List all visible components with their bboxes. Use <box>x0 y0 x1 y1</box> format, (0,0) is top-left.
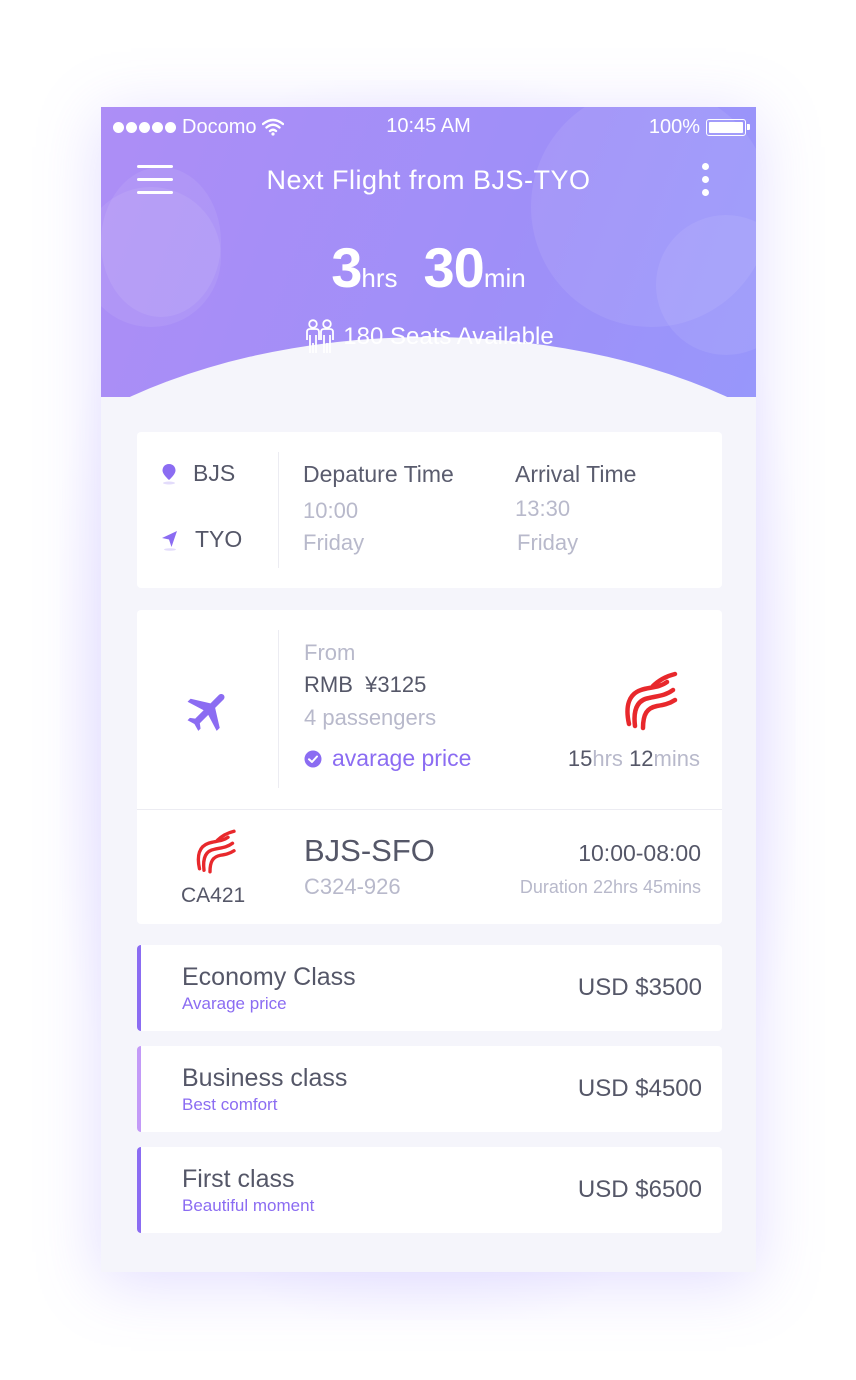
class-subtitle: Avarage price <box>182 994 287 1013</box>
airplane-icon <box>187 693 225 731</box>
class-name: Economy Class <box>182 963 356 991</box>
flight-code: C324-926 <box>304 874 401 899</box>
origin-row: BJS <box>161 460 235 487</box>
class-accent-bar <box>137 1147 141 1233</box>
fare-from-label: From <box>304 640 356 665</box>
fare-divider <box>278 630 279 788</box>
countdown-minutes: 30 <box>423 236 485 299</box>
flight-number: CA421 <box>181 884 246 907</box>
status-battery: 100% <box>648 115 750 139</box>
route-divider <box>278 452 279 568</box>
departure-day: Friday <box>303 530 365 555</box>
class-name: Business class <box>182 1064 348 1092</box>
navigation-arrow-icon <box>162 530 177 551</box>
check-circle-icon <box>304 750 322 767</box>
class-price: USD $6500 <box>577 1176 702 1203</box>
class-subtitle: Beautiful moment <box>182 1196 315 1215</box>
arrival-label: Arrival Time <box>515 461 637 487</box>
fare-duration-mins: 12 <box>629 746 654 771</box>
more-options-button[interactable] <box>702 163 712 201</box>
fare-duration-hours: 15 <box>567 746 593 771</box>
fare-duration: 15hrs 12mins <box>568 746 700 772</box>
phone-screen: Docomo 10:45 AM 100% Next Flight from BJ… <box>101 107 756 1272</box>
class-option-business[interactable]: Business class Best comfort USD $4500 <box>137 1046 722 1132</box>
class-price: USD $3500 <box>577 974 702 1001</box>
departure-time: 10:00 <box>303 498 359 523</box>
flight-countdown: 3hrs 30min <box>101 235 756 300</box>
arrival-time: 13:30 <box>515 496 571 521</box>
location-pin-icon <box>162 463 176 484</box>
flight-time-range: 10:00-08:00 <box>578 840 701 866</box>
arrival-day: Friday <box>517 530 579 555</box>
departure-label: Depature Time <box>303 461 454 487</box>
countdown-hours: 3 <box>331 236 362 299</box>
flight-header: Docomo 10:45 AM 100% Next Flight from BJ… <box>101 107 756 397</box>
seats-available: 180 Seats Available <box>101 319 756 355</box>
route-card: BJS TYO Depature Time 10:00 Friday Arriv… <box>137 432 722 588</box>
fare-card[interactable]: From RMB ¥3125 4 passengers avarage pric… <box>137 610 722 924</box>
countdown-minutes-unit: min <box>483 263 526 293</box>
air-china-logo <box>625 671 678 731</box>
origin-code: BJS <box>193 460 236 486</box>
destination-row: TYO <box>161 526 242 553</box>
fare-amount: ¥3125 <box>365 672 427 697</box>
passengers-icon <box>306 319 335 353</box>
class-option-first[interactable]: First class Beautiful moment USD $6500 <box>137 1147 722 1233</box>
battery-icon <box>706 118 750 136</box>
battery-percent: 100% <box>648 115 700 138</box>
average-price-badge: avarage price <box>304 745 471 772</box>
class-accent-bar <box>137 945 141 1031</box>
class-option-economy[interactable]: Economy Class Avarage price USD $3500 <box>137 945 722 1031</box>
air-china-logo <box>196 829 236 874</box>
destination-code: TYO <box>195 526 243 552</box>
page-title: Next Flight from BJS-TYO <box>266 165 591 195</box>
fare-passengers: 4 passengers <box>304 705 437 730</box>
average-price-text: avarage price <box>332 745 472 771</box>
seats-text: 180 Seats Available <box>343 323 554 350</box>
fare-duration-mins-unit: mins <box>653 746 700 771</box>
fare-price: RMB ¥3125 <box>304 672 426 698</box>
fare-separator <box>137 809 722 810</box>
class-name: First class <box>182 1165 295 1193</box>
class-price: USD $4500 <box>577 1075 702 1102</box>
countdown-hours-unit: hrs <box>361 263 398 293</box>
class-accent-bar <box>137 1046 141 1132</box>
flight-route: BJS-SFO <box>304 833 435 868</box>
fare-currency: RMB <box>304 672 353 697</box>
fare-duration-hours-unit: hrs <box>592 746 623 771</box>
class-subtitle: Best comfort <box>182 1095 278 1114</box>
flight-duration: Duration 22hrs 45mins <box>519 877 701 897</box>
